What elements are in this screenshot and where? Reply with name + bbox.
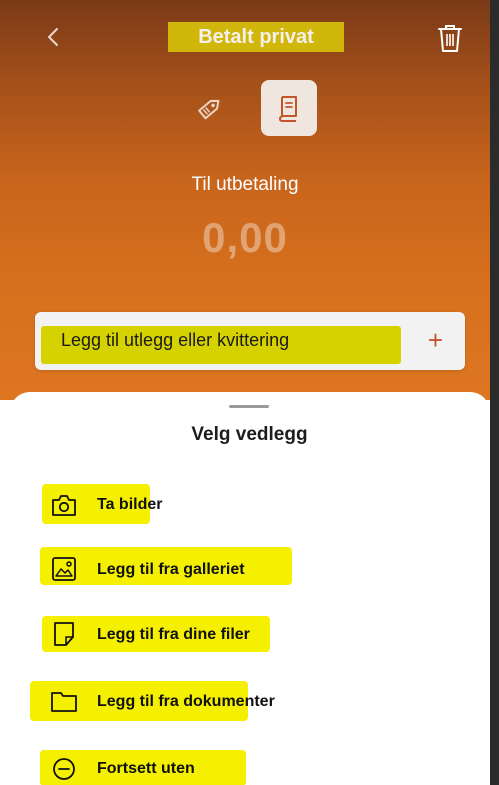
- trash-icon: [438, 25, 462, 52]
- add-expense-button[interactable]: Legg til utlegg eller kvittering +: [35, 312, 465, 370]
- option-label: Fortsett uten: [97, 760, 195, 777]
- option-take-photo[interactable]: Ta bilder: [0, 484, 490, 532]
- chevron-left-icon: [47, 28, 58, 46]
- back-button[interactable]: [38, 22, 68, 52]
- option-documents[interactable]: Legg til fra dokumenter: [0, 681, 490, 729]
- payout-amount: 0,00: [202, 214, 288, 261]
- minus-circle-icon: [53, 758, 75, 780]
- title-highlight: Betalt privat: [168, 22, 344, 52]
- screen: Betalt privat Til utbetaling 0,00 Legg t…: [0, 0, 490, 785]
- tab-tag[interactable]: [188, 86, 232, 130]
- window-edge: [490, 0, 499, 785]
- type-tabs: [180, 80, 320, 136]
- camera-icon: [52, 495, 76, 516]
- sheet-handle[interactable]: [229, 405, 269, 408]
- page-title: Betalt privat: [198, 25, 314, 48]
- option-files[interactable]: Legg til fra dine filer: [0, 616, 490, 662]
- option-continue-without[interactable]: Fortsett uten: [0, 750, 490, 785]
- sheet-title: Velg vedlegg: [191, 424, 308, 445]
- tag-icon: [198, 99, 220, 120]
- option-label: Ta bilder: [97, 496, 163, 513]
- option-gallery[interactable]: Legg til fra galleriet: [0, 547, 490, 597]
- plus-icon: +: [427, 325, 443, 355]
- file-icon: [54, 622, 74, 646]
- option-label: Legg til fra dokumenter: [97, 693, 275, 710]
- option-label: Legg til fra dine filer: [97, 626, 250, 643]
- folder-icon: [51, 692, 77, 712]
- option-label: Legg til fra galleriet: [97, 561, 245, 578]
- payout-label: Til utbetaling: [191, 174, 299, 195]
- delete-button[interactable]: [432, 20, 468, 56]
- tab-receipt[interactable]: [261, 80, 317, 136]
- receipt-icon: [279, 96, 297, 122]
- add-expense-label: Legg til utlegg eller kvittering: [61, 330, 290, 350]
- image-gallery-icon: [52, 557, 76, 581]
